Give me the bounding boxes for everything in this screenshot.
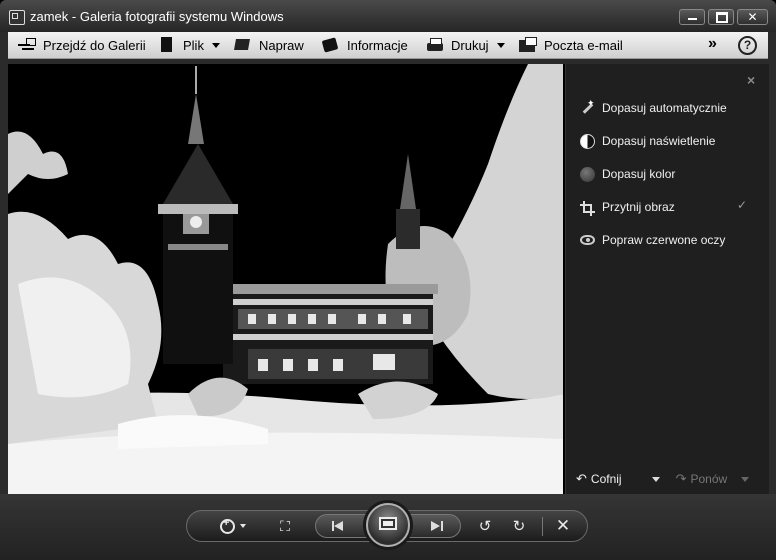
menu-label: Drukuj: [451, 37, 489, 53]
chevron-down-icon: [211, 42, 220, 48]
menu-file[interactable]: Plik: [158, 32, 220, 58]
fix-auto-adjust[interactable]: Dopasuj automatycznie: [580, 98, 727, 118]
actual-size-button[interactable]: ⛶: [273, 516, 297, 536]
info-icon: [322, 37, 340, 53]
fix-item-label: Dopasuj kolor: [602, 167, 676, 181]
fix-item-label: Dopasuj automatycznie: [602, 101, 727, 115]
redo-label: Ponów: [690, 472, 728, 486]
bottom-bar: ⛶ ↺ ↻ ✕: [0, 494, 776, 560]
gallery-icon: [18, 37, 36, 53]
window-title: zamek - Galeria fotografii systemu Windo…: [30, 9, 284, 24]
crop-icon: [580, 200, 595, 216]
menu-label: Plik: [183, 37, 204, 53]
viewer-area: × Dopasuj automatycznie Dopasuj naświetl…: [8, 64, 769, 494]
fix-icon: [234, 37, 252, 53]
undo-redo-row: ↶ Cofnij ↷ Ponów: [576, 471, 750, 487]
close-panel-button[interactable]: ×: [747, 72, 755, 88]
zoom-in-icon: [220, 517, 235, 534]
help-button[interactable]: ?: [738, 36, 757, 55]
rotate-right-button[interactable]: ↻: [509, 516, 529, 536]
color-icon: [580, 166, 595, 182]
slideshow-icon: [379, 517, 397, 530]
previous-button[interactable]: [330, 519, 350, 533]
fix-item-label: Przytnij obraz: [602, 200, 675, 214]
undo-icon: ↶: [576, 471, 587, 486]
menu-label: Poczta e-mail: [544, 37, 623, 53]
more-menu-button[interactable]: »: [708, 35, 717, 53]
file-icon: [158, 37, 176, 53]
photo-preview[interactable]: [8, 64, 563, 494]
app-icon[interactable]: [9, 10, 25, 25]
redo-icon: ↷: [675, 471, 687, 486]
email-icon: [519, 37, 537, 53]
fix-item-label: Popraw czerwone oczy: [602, 233, 726, 247]
fix-adjust-exposure[interactable]: Dopasuj naświetlenie: [580, 131, 715, 151]
castle-photo-negative: [8, 64, 563, 494]
chevron-down-icon: [496, 42, 505, 48]
close-icon: ✕: [747, 10, 758, 24]
fix-crop-picture[interactable]: Przytnij obraz: [580, 197, 675, 217]
undo-dropdown-chevron-icon[interactable]: [651, 476, 660, 482]
menu-go-to-gallery[interactable]: Przejdź do Galerii: [18, 32, 146, 58]
minimize-button[interactable]: [679, 9, 705, 25]
chevron-down-icon: [240, 524, 246, 528]
photo-gallery-window: zamek - Galeria fotografii systemu Windo…: [0, 0, 776, 560]
close-window-button[interactable]: ✕: [737, 9, 768, 25]
slideshow-button[interactable]: [366, 503, 410, 547]
maximize-button[interactable]: [708, 9, 734, 25]
menu-email[interactable]: Poczta e-mail: [519, 32, 623, 58]
fix-red-eye[interactable]: Popraw czerwone oczy: [580, 230, 725, 250]
title-bar[interactable]: zamek - Galeria fotografii systemu Windo…: [0, 0, 776, 32]
menu-label: Napraw: [259, 37, 304, 53]
fix-item-label: Dopasuj naświetlenie: [602, 134, 716, 148]
menu-fix[interactable]: Napraw: [234, 32, 304, 58]
next-button[interactable]: [426, 519, 446, 533]
delete-button[interactable]: ✕: [553, 516, 573, 536]
magic-wand-icon: [580, 98, 595, 116]
menu-bar: Przejdź do Galerii Plik Napraw Informacj…: [8, 32, 768, 59]
fix-adjust-color[interactable]: Dopasuj kolor: [580, 164, 675, 184]
fix-panel: × Dopasuj automatycznie Dopasuj naświetl…: [565, 64, 769, 494]
exposure-icon: [580, 133, 595, 149]
navigation-control-bar: ⛶ ↺ ↻ ✕: [186, 503, 588, 547]
crop-applied-check-icon: ✓: [737, 198, 748, 212]
zoom-button[interactable]: [215, 516, 251, 536]
menu-print[interactable]: Drukuj: [426, 32, 505, 58]
menu-label: Informacje: [347, 37, 408, 53]
red-eye-icon: [580, 235, 595, 245]
undo-button[interactable]: ↶ Cofnij: [576, 471, 622, 487]
print-icon: [426, 37, 444, 53]
divider: [542, 517, 543, 536]
undo-label: Cofnij: [590, 472, 622, 486]
redo-button[interactable]: ↷ Ponów: [676, 471, 728, 487]
rotate-left-button[interactable]: ↺: [475, 516, 495, 536]
menu-info[interactable]: Informacje: [322, 32, 408, 58]
redo-dropdown-chevron-icon[interactable]: [741, 476, 750, 482]
menu-label: Przejdź do Galerii: [43, 37, 146, 53]
